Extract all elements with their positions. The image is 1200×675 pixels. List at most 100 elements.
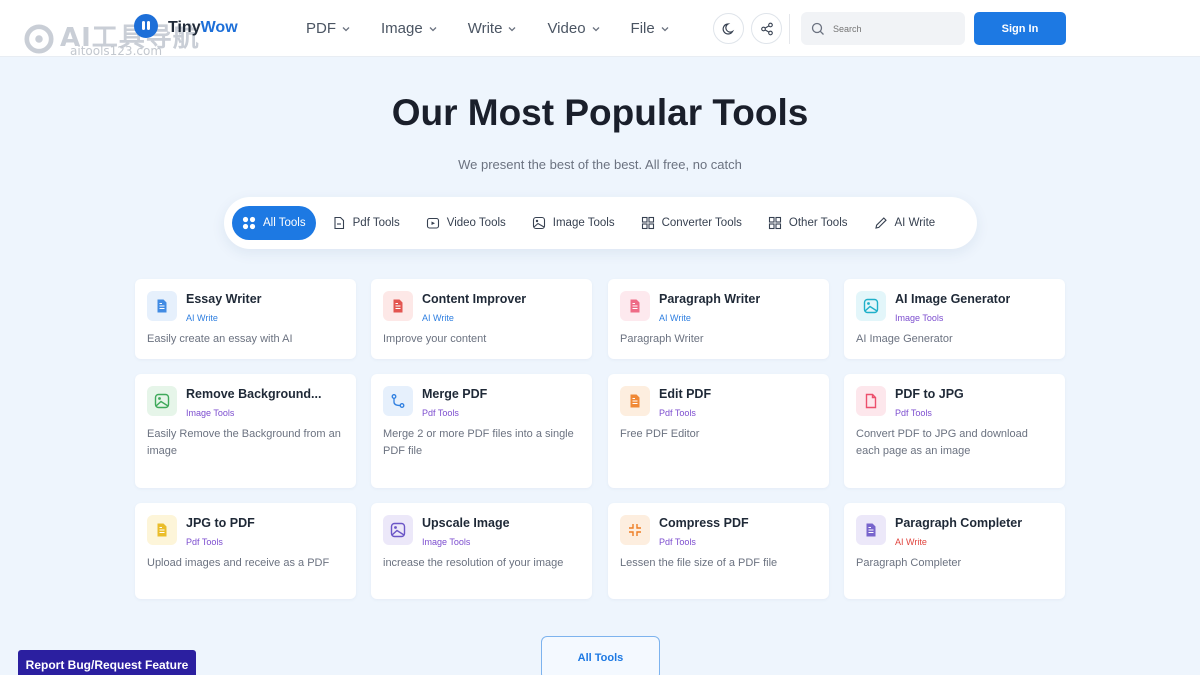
tool-card[interactable]: Merge PDF Pdf Tools Merge 2 or more PDF fi…: [371, 374, 592, 488]
page-title: Our Most Popular Tools: [391, 92, 809, 133]
tab-other-tools[interactable]: Other Tools: [758, 206, 858, 240]
document-icon: [620, 386, 650, 416]
tool-card-title: PDF to JPG: [895, 387, 964, 401]
nav-item-video[interactable]: Video: [547, 20, 600, 37]
tool-card-category: Pdf Tools: [659, 537, 696, 547]
header-divider: [789, 14, 790, 44]
category-tabs: All Tools Pdf Tools Video Tools Image To…: [224, 197, 977, 249]
nav-item-pdf[interactable]: PDF: [306, 20, 351, 37]
document-icon: [147, 291, 177, 321]
tool-card-title: Content Improver: [422, 292, 527, 306]
tool-card-title: Remove Background...: [186, 387, 322, 401]
tool-card-category: Pdf Tools: [895, 408, 932, 418]
tab-label: AI Write: [894, 217, 936, 229]
chevron-down-icon: [342, 26, 350, 31]
tool-card-title: JPG to PDF: [186, 516, 255, 530]
tool-card-category: AI Write: [659, 313, 691, 323]
page-subtitle: We present the best of the best. All fre…: [458, 157, 742, 172]
tool-card-category: AI Write: [186, 313, 218, 323]
tool-card-title: Compress PDF: [659, 516, 749, 530]
tab-video-tools[interactable]: Video Tools: [416, 206, 516, 240]
nav-label: Video: [547, 20, 586, 37]
header: AI工具导航 aitools123.com TinyWow PDF Image …: [0, 0, 1200, 58]
search-bar[interactable]: [801, 12, 965, 45]
tool-card-description: Merge 2 or more PDF files into a single …: [383, 428, 574, 457]
sign-in-button[interactable]: Sign In: [974, 12, 1066, 45]
pdf-file-icon: [334, 216, 344, 230]
tool-card-description: Lessen the file size of a PDF file: [620, 557, 778, 569]
tab-image-tools[interactable]: Image Tools: [522, 206, 625, 240]
tool-card-title: Essay Writer: [186, 292, 262, 306]
chevron-down-icon: [429, 26, 437, 31]
tab-label: Converter Tools: [661, 217, 742, 229]
tool-card[interactable]: Paragraph Completer AI Write Paragraph Com…: [844, 503, 1065, 599]
moon-icon: [722, 22, 734, 35]
merge-icon: [383, 386, 413, 416]
grid-icon: [242, 216, 256, 230]
tab-ai-write[interactable]: AI Write: [864, 206, 946, 240]
document-icon: [620, 291, 650, 321]
tool-card-description: AI Image Generator: [856, 333, 953, 345]
tool-card-description: Paragraph Completer: [856, 557, 962, 569]
tool-card-title: Upscale Image: [422, 516, 510, 530]
tool-card[interactable]: Upscale Image Image Tools increase the res…: [371, 503, 592, 599]
tool-card[interactable]: Essay Writer AI Write Easily create an ess…: [135, 279, 356, 359]
tab-label: All Tools: [263, 217, 306, 229]
share-icon: [760, 22, 773, 35]
tool-card-description: increase the resolution of your image: [383, 557, 564, 569]
tool-card[interactable]: Content Improver AI Write Improve your con…: [371, 279, 592, 359]
tool-card-category: AI Write: [422, 313, 454, 323]
search-input[interactable]: [833, 23, 953, 34]
tool-card[interactable]: Paragraph Writer AI Write Paragraph Writer: [608, 279, 829, 359]
search-icon: [811, 22, 824, 35]
tab-converter-tools[interactable]: Converter Tools: [631, 206, 752, 240]
tab-pdf-tools[interactable]: Pdf Tools: [322, 206, 410, 240]
document-icon: [383, 291, 413, 321]
tool-card-description: Easily Remove the Background from an ima…: [147, 428, 341, 457]
tool-card[interactable]: Edit PDF Pdf Tools Free PDF Editor: [608, 374, 829, 488]
tool-card-title: AI Image Generator: [895, 292, 1011, 306]
pencil-icon: [874, 217, 887, 229]
tab-label: Image Tools: [552, 217, 615, 229]
all-tools-button[interactable]: All Tools: [541, 636, 660, 675]
brand-logo-icon[interactable]: [134, 14, 158, 38]
video-icon: [426, 217, 439, 229]
tool-card-category: Image Tools: [186, 408, 235, 418]
tool-card-category: AI Write: [895, 537, 927, 547]
tool-card[interactable]: Compress PDF Pdf Tools Lessen the file siz…: [608, 503, 829, 599]
document-icon: [147, 515, 177, 545]
tab-label: Pdf Tools: [352, 217, 400, 229]
tool-card-description: Improve your content: [383, 333, 487, 345]
image-icon: [383, 515, 413, 545]
tool-card[interactable]: JPG to PDF Pdf Tools Upload images and rec…: [135, 503, 356, 599]
brand-name[interactable]: TinyWow: [168, 19, 238, 37]
brand-name-part1: Tiny: [168, 19, 201, 36]
tool-card-title: Edit PDF: [659, 387, 712, 401]
share-button[interactable]: [751, 13, 782, 44]
nav-item-write[interactable]: Write: [468, 20, 518, 37]
brand-name-part2: Wow: [200, 19, 238, 36]
chevron-down-icon: [508, 26, 516, 31]
tool-card[interactable]: PDF to JPG Pdf Tools Convert PDF to JPG an…: [844, 374, 1065, 488]
image-icon: [532, 216, 545, 230]
nav-item-file[interactable]: File: [631, 20, 670, 37]
tool-card[interactable]: AI Image Generator Image Tools AI Image Ge…: [844, 279, 1065, 359]
chevron-down-icon: [661, 26, 669, 31]
tool-card-description: Upload images and receive as a PDF: [147, 557, 330, 569]
tab-label: Other Tools: [788, 217, 848, 229]
tool-card-description: Convert PDF to JPG and download each pag…: [856, 428, 1028, 457]
nav-item-image[interactable]: Image: [381, 20, 438, 37]
dark-mode-toggle[interactable]: [713, 13, 744, 44]
tab-all-tools[interactable]: All Tools: [232, 206, 316, 240]
image-icon: [856, 291, 886, 321]
grid-outline-icon: [768, 216, 781, 230]
watermark-logo-icon: [24, 24, 54, 54]
tool-card-description: Paragraph Writer: [620, 333, 704, 345]
tool-card-category: Image Tools: [422, 537, 471, 547]
chevron-down-icon: [592, 26, 599, 31]
tool-card-title: Paragraph Writer: [659, 292, 761, 306]
tool-card-title: Merge PDF: [422, 387, 488, 401]
image-icon: [147, 386, 177, 416]
report-bug-button[interactable]: Report Bug/Request Feature: [18, 650, 196, 675]
tool-card[interactable]: Remove Background... Image Tools Easily Re…: [135, 374, 356, 488]
